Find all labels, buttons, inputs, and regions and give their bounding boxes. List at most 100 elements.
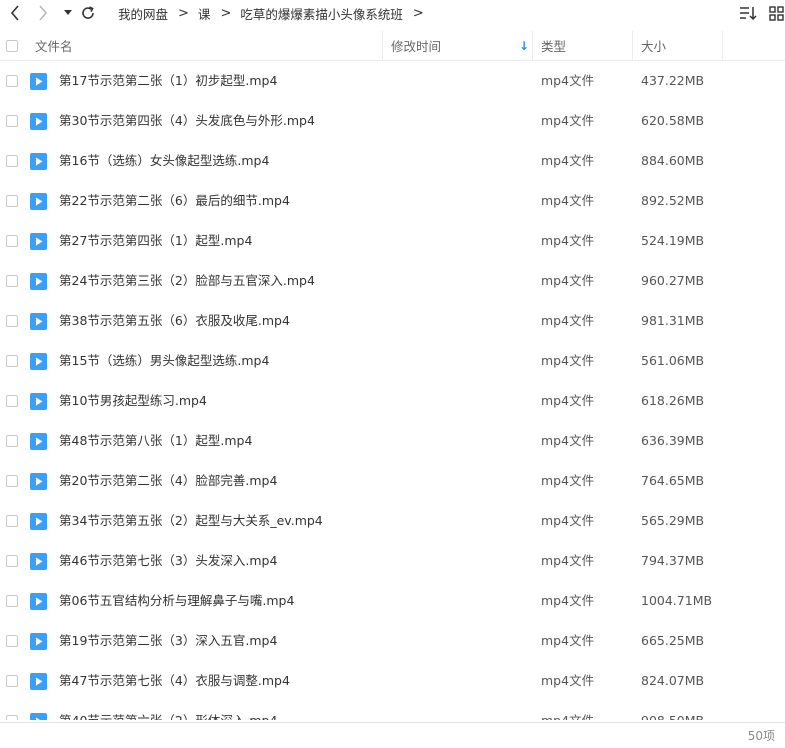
file-size: 960.27MB: [641, 273, 705, 288]
column-divider[interactable]: [722, 31, 723, 60]
file-row[interactable]: 第27节示范第四张（1）起型.mp4 mp4文件 524.19MB: [0, 221, 785, 261]
file-row[interactable]: 第34节示范第五张（2）起型与大关系_ev.mp4 mp4文件 565.29MB: [0, 501, 785, 541]
video-file-icon: [30, 593, 47, 610]
row-checkbox[interactable]: [6, 235, 18, 247]
file-name[interactable]: 第22节示范第二张（6）最后的细节.mp4: [59, 181, 290, 221]
file-name[interactable]: 第46节示范第七张（3）头发深入.mp4: [59, 541, 277, 581]
sort-button[interactable]: [738, 3, 758, 23]
breadcrumb-item-current-folder[interactable]: 吃草的爆爆素描小头像系统班: [240, 4, 403, 23]
file-type: mp4文件: [541, 633, 595, 648]
video-file-icon: [30, 193, 47, 210]
file-row[interactable]: 第46节示范第七张（3）头发深入.mp4 mp4文件 794.37MB: [0, 541, 785, 581]
file-size: 620.58MB: [641, 113, 705, 128]
file-name[interactable]: 第10节男孩起型练习.mp4: [59, 381, 207, 421]
breadcrumb-separator: >: [220, 5, 232, 21]
video-file-icon: [30, 633, 47, 650]
row-checkbox[interactable]: [6, 475, 18, 487]
file-type: mp4文件: [541, 153, 595, 168]
column-header: 文件名 修改时间 ↓ 类型 大小: [0, 31, 785, 61]
column-modified[interactable]: 修改时间 ↓: [391, 31, 531, 60]
row-checkbox[interactable]: [6, 115, 18, 127]
file-name[interactable]: 第38节示范第五张（6）衣服及收尾.mp4: [59, 301, 290, 341]
video-file-icon: [30, 553, 47, 570]
file-row[interactable]: 第40节示范第六张（2）形体深入.mp4 mp4文件 908.50MB: [0, 701, 785, 720]
file-name[interactable]: 第47节示范第七张（4）衣服与调整.mp4: [59, 661, 290, 701]
column-divider[interactable]: [632, 31, 633, 60]
file-row[interactable]: 第15节（选练）男头像起型选练.mp4 mp4文件 561.06MB: [0, 341, 785, 381]
file-type: mp4文件: [541, 113, 595, 128]
file-size: 892.52MB: [641, 193, 705, 208]
row-checkbox[interactable]: [6, 715, 18, 720]
row-checkbox[interactable]: [6, 315, 18, 327]
file-type: mp4文件: [541, 473, 595, 488]
column-type[interactable]: 类型: [541, 31, 566, 60]
file-name[interactable]: 第19节示范第二张（3）深入五官.mp4: [59, 621, 277, 661]
file-name[interactable]: 第34节示范第五张（2）起型与大关系_ev.mp4: [59, 501, 323, 541]
breadcrumb-separator: >: [412, 5, 424, 21]
file-row[interactable]: 第24节示范第三张（2）脸部与五官深入.mp4 mp4文件 960.27MB: [0, 261, 785, 301]
row-checkbox[interactable]: [6, 515, 18, 527]
history-dropdown[interactable]: [57, 2, 79, 24]
row-checkbox[interactable]: [6, 555, 18, 567]
forward-button[interactable]: [32, 2, 54, 24]
row-checkbox[interactable]: [6, 675, 18, 687]
row-checkbox[interactable]: [6, 155, 18, 167]
file-row[interactable]: 第17节示范第二张（1）初步起型.mp4 mp4文件 437.22MB: [0, 61, 785, 101]
view-toggle-button[interactable]: [766, 3, 785, 23]
column-divider[interactable]: [532, 31, 533, 60]
file-row[interactable]: 第47节示范第七张（4）衣服与调整.mp4 mp4文件 824.07MB: [0, 661, 785, 701]
column-name[interactable]: 文件名: [35, 31, 73, 60]
file-name[interactable]: 第27节示范第四张（1）起型.mp4: [59, 221, 252, 261]
file-type: mp4文件: [541, 433, 595, 448]
file-type: mp4文件: [541, 73, 595, 88]
file-name[interactable]: 第06节五官结构分析与理解鼻子与嘴.mp4: [59, 581, 294, 621]
row-checkbox[interactable]: [6, 635, 18, 647]
file-name[interactable]: 第16节（选练）女头像起型选练.mp4: [59, 141, 269, 181]
back-button[interactable]: [4, 2, 26, 24]
caret-down-icon: [64, 10, 72, 15]
file-row[interactable]: 第16节（选练）女头像起型选练.mp4 mp4文件 884.60MB: [0, 141, 785, 181]
column-divider[interactable]: [382, 31, 383, 60]
file-row[interactable]: 第06节五官结构分析与理解鼻子与嘴.mp4 mp4文件 1004.71MB: [0, 581, 785, 621]
row-checkbox[interactable]: [6, 395, 18, 407]
file-size: 908.50MB: [641, 701, 704, 720]
column-modified-label: 修改时间: [391, 39, 442, 54]
row-checkbox[interactable]: [6, 75, 18, 87]
file-row[interactable]: 第19节示范第二张（3）深入五官.mp4 mp4文件 665.25MB: [0, 621, 785, 661]
file-name[interactable]: 第15节（选练）男头像起型选练.mp4: [59, 341, 269, 381]
file-row[interactable]: 第30节示范第四张（4）头发底色与外形.mp4 mp4文件 620.58MB: [0, 101, 785, 141]
select-all-checkbox[interactable]: [6, 31, 18, 60]
row-checkbox[interactable]: [6, 595, 18, 607]
video-file-icon: [30, 433, 47, 450]
row-checkbox[interactable]: [6, 275, 18, 287]
file-row[interactable]: 第22节示范第二张（6）最后的细节.mp4 mp4文件 892.52MB: [0, 181, 785, 221]
file-row[interactable]: 第20节示范第二张（4）脸部完善.mp4 mp4文件 764.65MB: [0, 461, 785, 501]
breadcrumb-item-course[interactable]: 课: [198, 4, 211, 23]
file-row[interactable]: 第38节示范第五张（6）衣服及收尾.mp4 mp4文件 981.31MB: [0, 301, 785, 341]
file-type: mp4文件: [541, 273, 595, 288]
file-type: mp4文件: [541, 513, 595, 528]
row-checkbox[interactable]: [6, 435, 18, 447]
video-file-icon: [30, 113, 47, 130]
file-name[interactable]: 第40节示范第六张（2）形体深入.mp4: [59, 701, 277, 720]
file-name[interactable]: 第20节示范第二张（4）脸部完善.mp4: [59, 461, 277, 501]
video-file-icon: [30, 473, 47, 490]
file-name[interactable]: 第48节示范第八张（1）起型.mp4: [59, 421, 252, 461]
breadcrumb-item-my-drive[interactable]: 我的网盘: [118, 4, 168, 23]
video-file-icon: [30, 353, 47, 370]
file-name[interactable]: 第17节示范第二张（1）初步起型.mp4: [59, 61, 277, 101]
file-size: 824.07MB: [641, 673, 705, 688]
file-row[interactable]: 第48节示范第八张（1）起型.mp4 mp4文件 636.39MB: [0, 421, 785, 461]
file-row[interactable]: 第10节男孩起型练习.mp4 mp4文件 618.26MB: [0, 381, 785, 421]
file-size: 565.29MB: [641, 513, 705, 528]
column-size[interactable]: 大小: [641, 31, 666, 60]
breadcrumb: 我的网盘 > 课 > 吃草的爆爆素描小头像系统班 >: [118, 3, 433, 23]
file-size: 981.31MB: [641, 313, 705, 328]
row-checkbox[interactable]: [6, 195, 18, 207]
row-checkbox[interactable]: [6, 355, 18, 367]
video-file-icon: [30, 673, 47, 690]
item-count: 50项: [747, 729, 775, 743]
file-name[interactable]: 第30节示范第四张（4）头发底色与外形.mp4: [59, 101, 315, 141]
refresh-button[interactable]: [77, 2, 99, 24]
file-name[interactable]: 第24节示范第三张（2）脸部与五官深入.mp4: [59, 261, 315, 301]
